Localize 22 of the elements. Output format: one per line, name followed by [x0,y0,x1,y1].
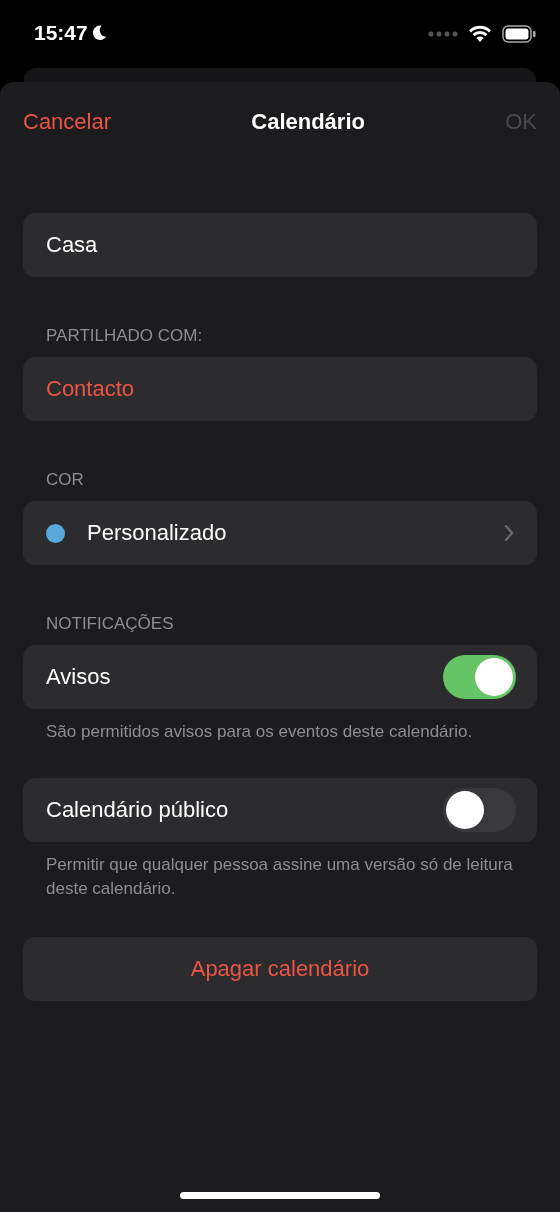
row-label: Avisos [46,664,112,690]
signal-icon [428,30,458,38]
battery-icon [502,25,536,43]
section-footer: Permitir que qualquer pessoa assine uma versão só de leitura deste calendário. [23,853,537,901]
toggle-switch[interactable] [443,655,516,699]
section-header: PARTILHADO COM: [45,325,204,347]
contact-row[interactable]: Contacto [23,357,537,421]
section-footer: São permitidos avisos para os eventos deste calendário. [23,720,537,744]
delete-calendar-button[interactable]: Apagar calendário [23,937,537,1001]
row-label: Personalizado [87,520,228,546]
cancel-button[interactable]: Cancelar [23,109,112,135]
name-field[interactable]: Casa [23,213,537,277]
section-header: NOTIFICAÇÕES [45,613,175,635]
row-label: Calendário público [46,797,230,823]
clock-time: 15:47 [34,21,88,45]
color-row[interactable]: Personalizado [23,501,537,565]
toggle-switch[interactable] [443,788,516,832]
chevron-icon [504,524,514,542]
wifi-icon [468,25,492,43]
row-label: Contacto [46,376,135,402]
section-header: COR [45,469,85,491]
sheet-title: Calendário [251,109,365,135]
